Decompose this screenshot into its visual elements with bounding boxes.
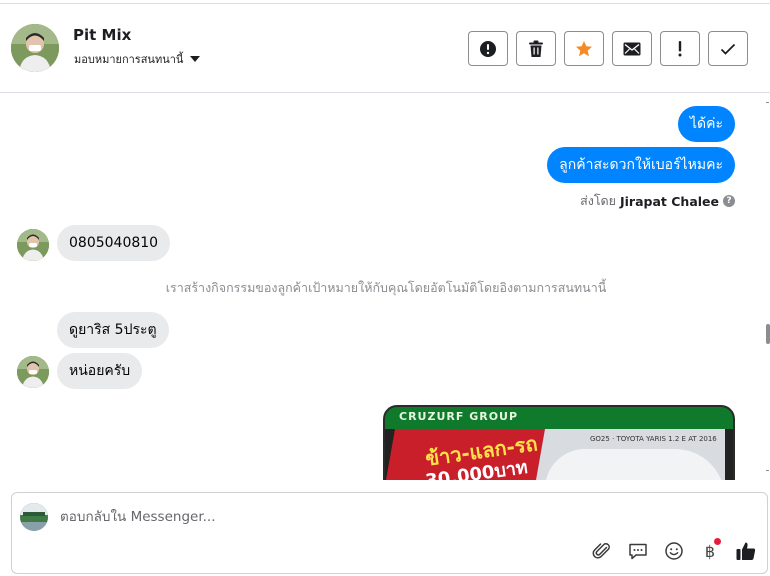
incoming-message: 0805040810 xyxy=(57,225,171,261)
image-banner: CRUZURF GROUP xyxy=(385,407,733,429)
car-shape xyxy=(545,449,725,480)
thumbs-up-icon xyxy=(736,542,756,560)
notification-dot xyxy=(714,538,721,545)
system-note: เราสร้างกิจกรรมของลูกค้าเป้าหมายให้กับคุ… xyxy=(165,280,607,295)
emoji-button[interactable] xyxy=(663,540,685,562)
delete-button[interactable] xyxy=(516,31,556,66)
image-caption: GO25 · TOYOTA YARIS 1.2 E AT 2016 xyxy=(590,435,717,443)
image-banner-text: CRUZURF GROUP xyxy=(399,410,519,423)
composer-tools: ฿ xyxy=(591,538,757,562)
outgoing-message: ได้ค่ะ xyxy=(677,106,735,142)
exclamation-icon xyxy=(678,40,682,56)
star-button[interactable] xyxy=(564,31,604,66)
trash-icon xyxy=(529,40,543,57)
assign-label: มอบหมายการสนทนานี้ xyxy=(74,53,184,66)
sent-by-label: ส่งโดย Jirapat Chalee ? xyxy=(580,191,735,211)
scroll-down-mark[interactable] xyxy=(766,470,769,471)
scroll-thumb[interactable] xyxy=(766,324,770,344)
paperclip-icon xyxy=(592,543,610,559)
assign-conversation-dropdown[interactable]: มอบหมายการสนทนานี้ xyxy=(74,50,201,68)
page-avatar xyxy=(20,503,48,531)
chat-bubble-icon xyxy=(629,543,647,560)
follow-up-button[interactable] xyxy=(660,31,700,66)
image-attachment[interactable]: CRUZURF GROUP ข้าว-แลก-รถ 30,000บาท GO25… xyxy=(383,405,735,480)
reply-composer: ฿ xyxy=(11,492,768,574)
baht-icon: ฿ xyxy=(704,541,716,561)
sender-avatar xyxy=(17,229,49,261)
conversation-header: Pit Mix มอบหมายการสนทนานี้ xyxy=(0,4,770,93)
outgoing-message: ลูกค้าสะดวกให้เบอร์ไหมคะ xyxy=(547,147,735,183)
star-icon xyxy=(576,40,592,56)
header-actions xyxy=(468,31,748,66)
incoming-message: หน่อยครับ xyxy=(57,353,143,389)
check-icon xyxy=(720,43,736,55)
reply-input[interactable] xyxy=(60,506,700,528)
contact-name[interactable]: Pit Mix xyxy=(73,26,131,44)
smiley-icon xyxy=(665,542,683,560)
sent-by-prefix: ส่งโดย xyxy=(580,193,616,208)
incoming-message: ดูยาริส 5ประตู xyxy=(57,312,169,348)
like-button[interactable] xyxy=(735,540,757,562)
mark-unread-button[interactable] xyxy=(612,31,652,66)
contact-avatar[interactable] xyxy=(11,24,59,72)
scroll-up-mark[interactable] xyxy=(766,102,769,103)
question-circle-icon[interactable]: ? xyxy=(723,195,735,207)
attach-button[interactable] xyxy=(591,540,613,562)
sender-avatar xyxy=(17,356,49,388)
caret-down-icon xyxy=(190,56,201,62)
payment-button[interactable]: ฿ xyxy=(699,538,721,562)
envelope-icon xyxy=(623,42,641,55)
image-content: ข้าว-แลก-รถ 30,000บาท GO25 · TOYOTA YARI… xyxy=(385,429,725,480)
exclamation-circle-icon xyxy=(480,40,496,57)
scrollbar[interactable] xyxy=(766,94,770,480)
sent-by-name: Jirapat Chalee xyxy=(620,193,719,209)
message-thread[interactable]: ได้ค่ะ ลูกค้าสะดวกให้เบอร์ไหมคะ ส่งโดย J… xyxy=(0,94,770,480)
saved-replies-button[interactable] xyxy=(627,540,649,562)
mark-spam-button[interactable] xyxy=(468,31,508,66)
done-button[interactable] xyxy=(708,31,748,66)
